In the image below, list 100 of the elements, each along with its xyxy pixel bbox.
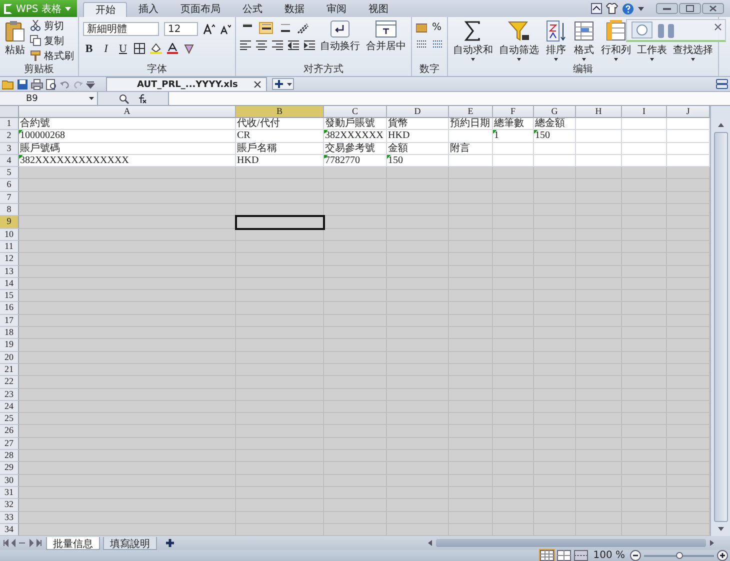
table-cell[interactable] <box>19 524 236 536</box>
table-cell[interactable] <box>493 154 534 168</box>
italic-button[interactable]: I <box>100 42 112 55</box>
table-cell[interactable] <box>667 118 710 130</box>
wrap-text-button[interactable]: 自动换行 <box>319 19 361 54</box>
table-cell[interactable] <box>387 167 449 180</box>
table-cell[interactable] <box>534 524 576 536</box>
table-cell[interactable] <box>449 524 493 536</box>
name-box[interactable]: B9 <box>0 92 98 105</box>
select-all-corner[interactable] <box>0 106 19 118</box>
table-cell[interactable] <box>576 130 622 143</box>
table-cell[interactable] <box>576 118 622 130</box>
page-layout-icon[interactable] <box>557 550 572 561</box>
table-cell[interactable] <box>667 142 710 155</box>
function-icon[interactable] <box>137 94 147 104</box>
row-header[interactable]: 11 <box>0 240 19 254</box>
table-cell[interactable] <box>19 486 236 500</box>
ribbon-button[interactable]: 格式 <box>572 19 596 62</box>
copy-button[interactable]: 复制 <box>30 34 74 47</box>
text-direction-icon[interactable] <box>297 22 309 34</box>
table-cell[interactable] <box>576 167 622 180</box>
table-cell[interactable]: 賬戶名稱 <box>236 142 324 155</box>
new-tab-icon[interactable] <box>272 78 294 90</box>
table-cell[interactable] <box>667 339 710 352</box>
table-cell[interactable] <box>449 154 493 168</box>
row-header[interactable]: 26 <box>0 425 19 438</box>
table-cell[interactable] <box>667 216 710 229</box>
table-cell[interactable] <box>667 154 710 168</box>
table-cell[interactable] <box>19 327 236 340</box>
maximize-icon[interactable] <box>679 3 701 14</box>
column-header[interactable]: D <box>387 106 449 118</box>
table-cell[interactable] <box>576 524 622 536</box>
row-header[interactable]: 9 <box>0 216 19 229</box>
table-cell[interactable]: 1 <box>493 130 534 143</box>
normal-view-icon[interactable] <box>540 550 554 561</box>
row-header[interactable]: 16 <box>0 302 19 315</box>
font-size-field[interactable]: 12 <box>164 22 198 36</box>
fill-color-icon[interactable] <box>150 43 162 54</box>
table-cell[interactable] <box>19 314 236 328</box>
table-cell[interactable] <box>324 524 387 536</box>
table-cell[interactable] <box>19 400 236 414</box>
table-cell[interactable] <box>324 167 387 180</box>
row-header[interactable]: 17 <box>0 314 19 328</box>
formula-input[interactable] <box>169 92 730 105</box>
row-header[interactable]: 33 <box>0 512 19 524</box>
align-right-icon[interactable] <box>272 40 283 50</box>
font-color-icon[interactable] <box>167 43 178 54</box>
page-break-icon[interactable] <box>574 550 588 561</box>
shrink-font-icon[interactable] <box>220 24 231 34</box>
row-header[interactable]: 7 <box>0 192 19 204</box>
table-cell[interactable] <box>324 228 387 241</box>
table-cell[interactable] <box>19 339 236 352</box>
table-cell[interactable] <box>493 524 534 536</box>
table-cell[interactable]: 預約日期 <box>449 118 493 130</box>
table-cell[interactable] <box>667 179 710 192</box>
table-cell[interactable] <box>667 512 710 524</box>
table-cell[interactable] <box>667 327 710 340</box>
table-cell[interactable] <box>667 438 710 450</box>
row-header[interactable]: 27 <box>0 438 19 450</box>
table-cell[interactable] <box>19 204 236 216</box>
borders-icon[interactable] <box>134 43 145 54</box>
column-header[interactable]: H <box>576 106 622 118</box>
row-header[interactable]: 22 <box>0 376 19 389</box>
table-cell[interactable] <box>19 253 236 266</box>
table-cell[interactable] <box>667 314 710 328</box>
customize-icon[interactable] <box>86 80 95 88</box>
table-cell[interactable]: 合約號 <box>19 118 236 130</box>
table-cell[interactable] <box>324 216 387 229</box>
font-name-field[interactable]: 新細明體 <box>83 22 159 36</box>
table-cell[interactable] <box>667 290 710 302</box>
table-cell[interactable] <box>667 130 710 143</box>
table-cell[interactable] <box>667 425 710 438</box>
vertical-scrollbar[interactable] <box>710 106 730 536</box>
row-header[interactable]: 1 <box>0 118 19 130</box>
table-cell[interactable] <box>19 302 236 315</box>
cut-button[interactable]: 剪切 <box>30 19 74 32</box>
sheet-navigation-icon[interactable] <box>3 539 43 547</box>
row-header[interactable]: 3 <box>0 142 19 155</box>
table-cell[interactable] <box>19 240 236 254</box>
table-cell[interactable] <box>19 499 236 512</box>
table-cell[interactable]: HKD <box>387 130 449 143</box>
table-cell[interactable] <box>19 228 236 241</box>
table-cell[interactable]: 賬戶號碼 <box>19 142 236 155</box>
table-cell[interactable]: HKD <box>236 154 324 168</box>
table-cell[interactable] <box>667 192 710 204</box>
column-header[interactable]: J <box>667 106 710 118</box>
row-header[interactable]: 32 <box>0 499 19 512</box>
row-header[interactable]: 20 <box>0 352 19 364</box>
format-painter-button[interactable]: 格式刷 <box>30 49 74 62</box>
table-cell[interactable] <box>19 167 236 180</box>
paste-button[interactable]: 粘贴 <box>4 19 26 58</box>
row-header[interactable]: 23 <box>0 388 19 401</box>
row-header[interactable]: 2 <box>0 130 19 143</box>
align-button[interactable] <box>278 22 292 34</box>
row-header[interactable]: 18 <box>0 327 19 340</box>
row-header[interactable]: 15 <box>0 290 19 302</box>
table-cell[interactable] <box>19 352 236 364</box>
table-cell[interactable]: 150 <box>387 154 449 168</box>
table-cell[interactable] <box>534 142 576 155</box>
ribbon-button[interactable]: 工作表 <box>636 19 668 62</box>
